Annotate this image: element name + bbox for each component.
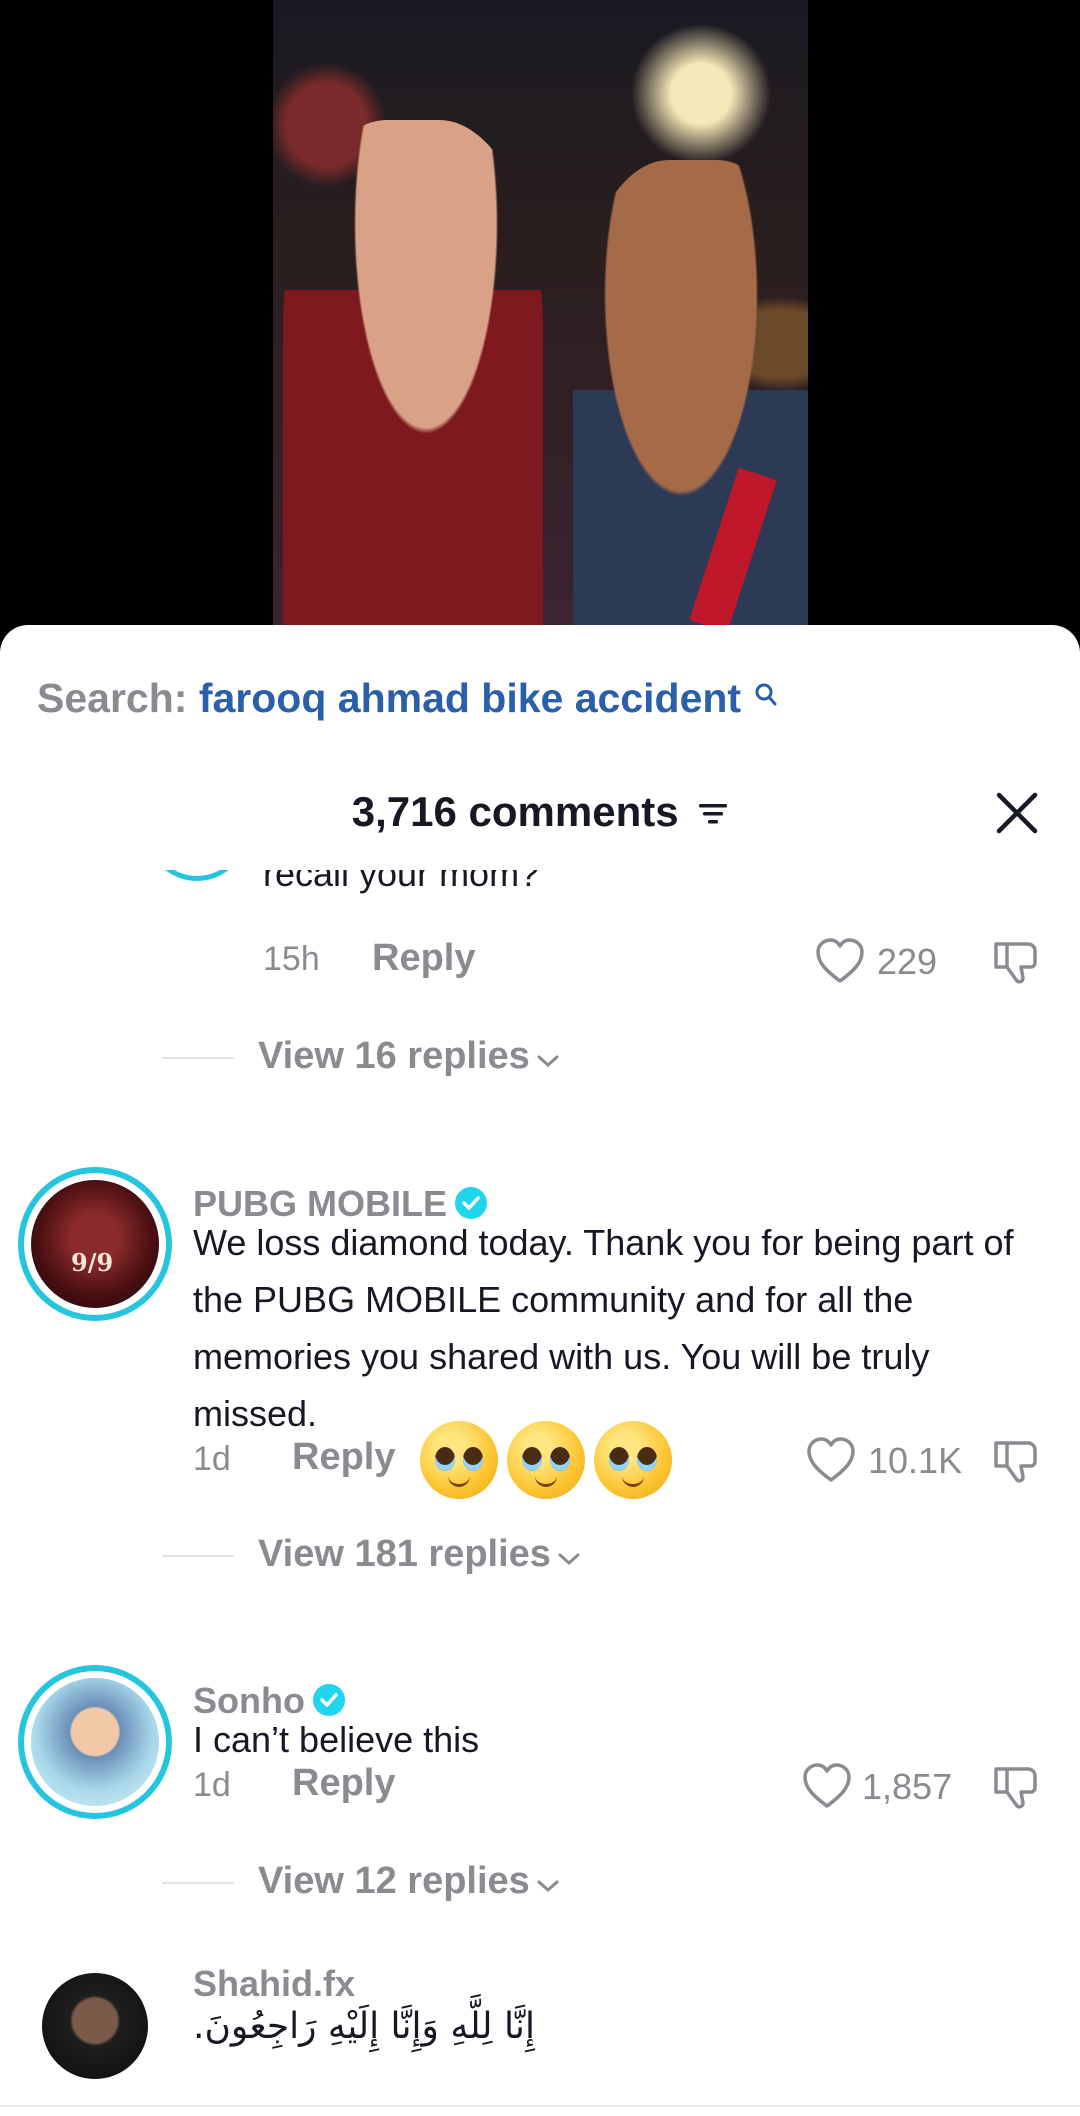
- like-count: 10.1K: [868, 1440, 963, 1481]
- view-replies-label: View 16 replies: [258, 1035, 530, 1077]
- pleading-face-emoji-icon: [594, 1421, 672, 1499]
- comment-list[interactable]: recall your mom? 15h Reply 229 View 16 r…: [0, 870, 1080, 2116]
- avatar[interactable]: 9/9: [31, 1180, 159, 1308]
- comments-header: 3,716 comments: [0, 780, 1080, 850]
- comment-text: We loss diamond today. Thank you for bei…: [193, 1222, 1014, 1434]
- comment-time: 15h: [263, 940, 320, 978]
- video-player[interactable]: [0, 0, 1080, 640]
- reply-button[interactable]: Reply: [292, 1436, 395, 1479]
- thread-line: [162, 1554, 234, 1557]
- search-label: Search:: [37, 675, 188, 721]
- thread-line: [162, 1881, 234, 1884]
- view-replies-link[interactable]: View 16 replies: [162, 1035, 560, 1079]
- view-replies-label: View 12 replies: [258, 1860, 530, 1902]
- heart-icon[interactable]: [802, 1763, 852, 1814]
- heart-icon[interactable]: [806, 1437, 856, 1488]
- view-replies-link[interactable]: View 12 replies: [162, 1860, 560, 1904]
- view-replies-label: View 181 replies: [258, 1533, 551, 1575]
- like-count: 1,857: [862, 1766, 953, 1807]
- chevron-down-icon: [536, 1861, 560, 1904]
- comment-text: recall your mom?: [263, 870, 540, 894]
- chevron-down-icon: [536, 1036, 560, 1079]
- comment-text: I can’t believe this: [193, 1719, 480, 1760]
- comment-time: 1d: [193, 1766, 231, 1804]
- sort-filter-icon[interactable]: [698, 788, 728, 836]
- comment-time: 1d: [193, 1440, 231, 1478]
- search-suggestion[interactable]: Search: farooq ahmad bike accident: [37, 675, 778, 722]
- comments-sheet: Search: farooq ahmad bike accident 3,716…: [0, 625, 1080, 2116]
- pleading-face-emoji-icon: [507, 1421, 585, 1499]
- comment-count: 3,716 comments: [0, 788, 1080, 836]
- comment-text: إِنَّا لِلَّهِ وَإِنَّا إِلَيْهِ رَاجِعُ…: [193, 2006, 535, 2047]
- dislike-icon[interactable]: [990, 1761, 1040, 1816]
- search-query-link[interactable]: farooq ahmad bike accident: [199, 675, 741, 721]
- view-replies-link[interactable]: View 181 replies: [162, 1533, 581, 1577]
- avatar-badge: 9/9: [71, 1248, 114, 1277]
- reply-button[interactable]: Reply: [372, 937, 475, 980]
- dislike-icon[interactable]: [990, 1435, 1040, 1490]
- avatar[interactable]: [42, 1973, 148, 2079]
- chevron-down-icon: [557, 1534, 581, 1577]
- close-icon[interactable]: [994, 790, 1040, 836]
- dislike-icon[interactable]: [990, 936, 1040, 991]
- avatar[interactable]: [31, 1678, 159, 1806]
- thread-line: [162, 1056, 234, 1059]
- reply-button[interactable]: Reply: [292, 1762, 395, 1805]
- heart-icon[interactable]: [815, 938, 865, 989]
- like-count: 229: [877, 941, 938, 982]
- pleading-face-emoji-icon: [420, 1421, 498, 1499]
- input-divider: [0, 2105, 1080, 2107]
- comment-count-label: 3,716 comments: [351, 788, 679, 835]
- video-frame-photo: [273, 0, 808, 625]
- search-icon: [754, 671, 778, 718]
